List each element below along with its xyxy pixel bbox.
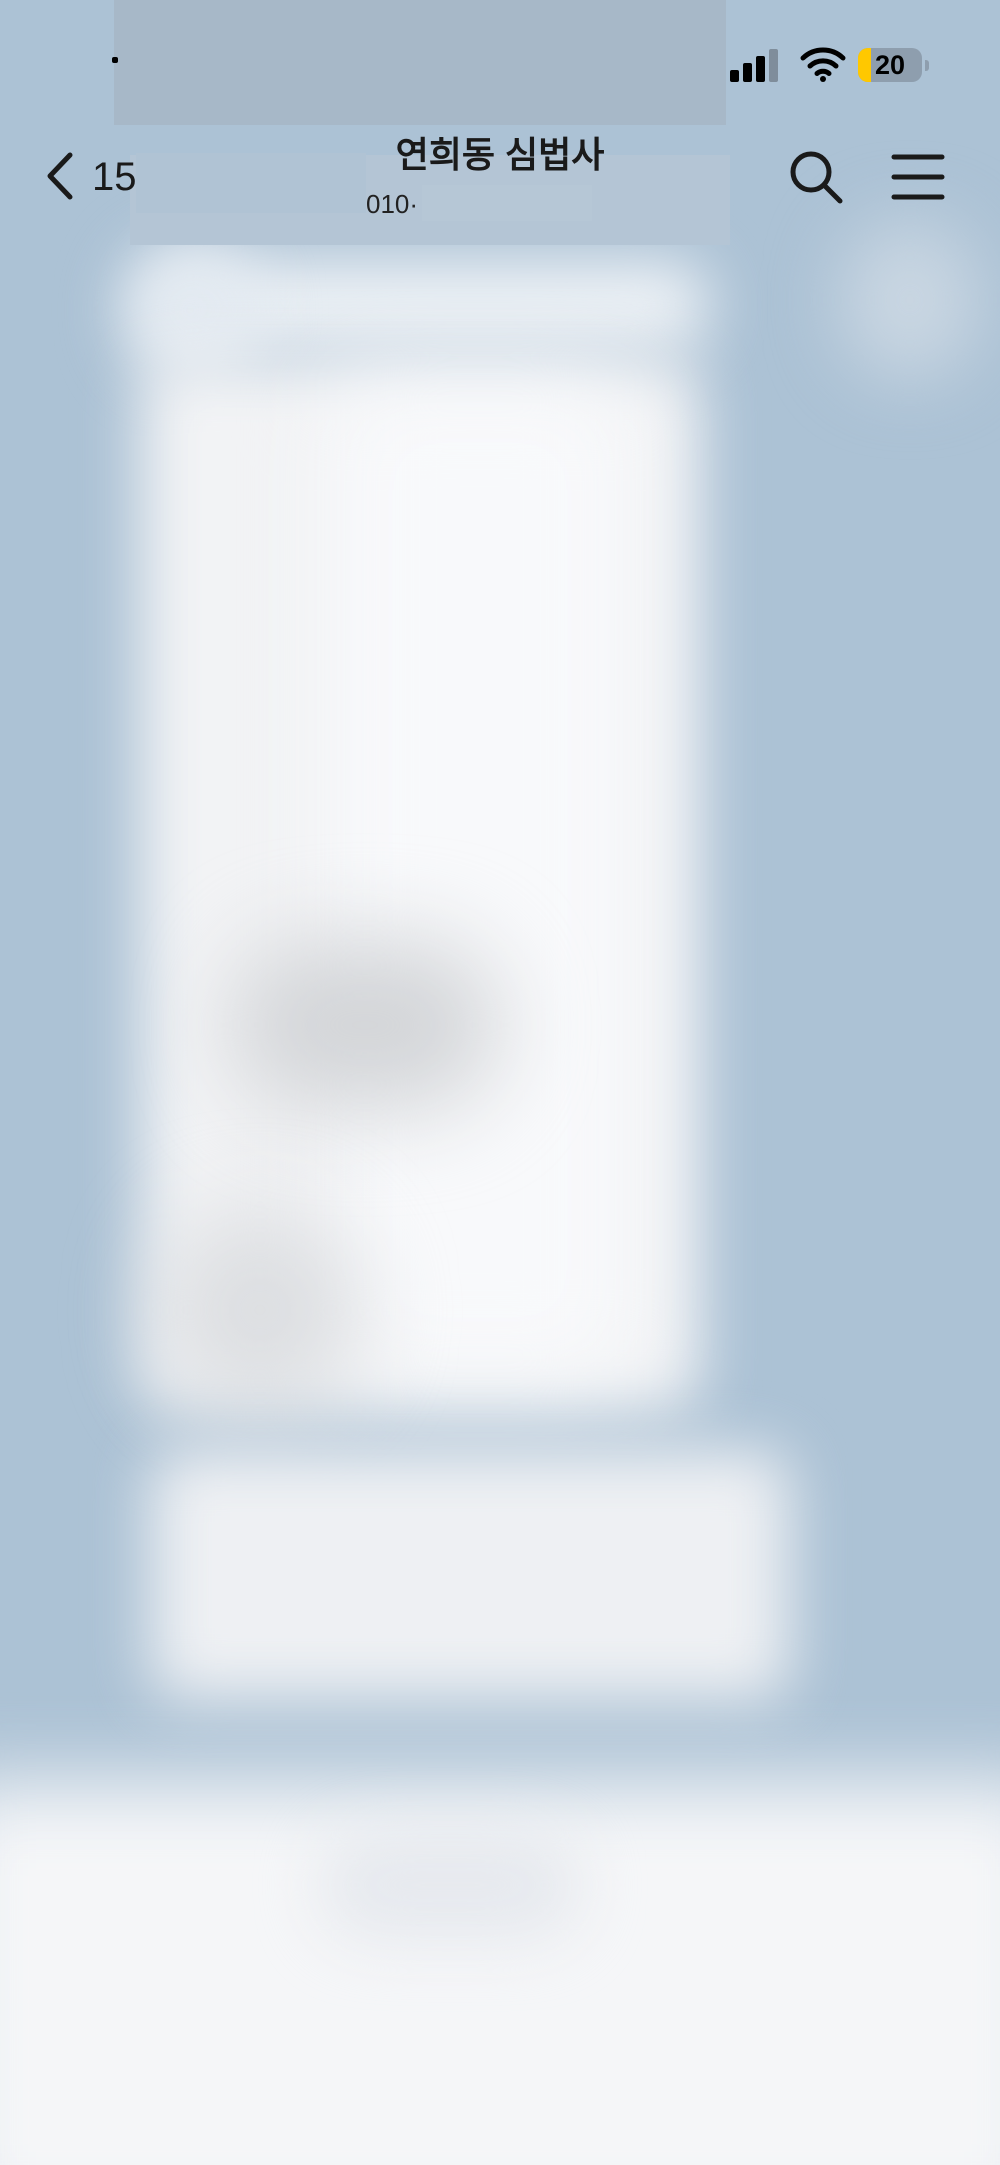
status-bar: 20: [0, 0, 1000, 125]
blurred-input-element: [320, 1830, 580, 1940]
wifi-icon: [800, 47, 846, 82]
battery-body: 20: [858, 48, 922, 82]
blurred-message-bubble: [150, 1450, 790, 1700]
chat-subtitle-phone: 010·: [366, 189, 419, 219]
chat-title-block[interactable]: 연희동 심법사 010·: [300, 133, 700, 223]
search-icon[interactable]: [786, 147, 846, 207]
status-indicator-dot: [112, 57, 118, 63]
chevron-left-icon: [47, 152, 73, 200]
chat-title: 연희동 심법사: [395, 134, 605, 175]
blurred-message-card-highlight: [330, 380, 630, 1380]
battery-icon: 20: [858, 48, 932, 84]
hamburger-menu-icon[interactable]: [890, 149, 946, 205]
battery-percentage: 20: [874, 50, 906, 80]
back-button[interactable]: 15: [36, 145, 146, 205]
redacted-region: [422, 185, 592, 221]
blurred-image-region: [160, 1210, 360, 1410]
chat-header: 15 연희동 심법사 010·: [0, 125, 1000, 245]
redacted-region: [114, 0, 726, 125]
blurred-avatar: [120, 240, 260, 380]
cellular-signal-icon: [730, 49, 778, 82]
blurred-image-region: [230, 940, 500, 1110]
blurred-side-element: [840, 220, 980, 380]
battery-tip: [925, 60, 929, 71]
chat-message-area[interactable]: [0, 0, 1000, 2165]
unread-count: 15: [92, 155, 137, 199]
